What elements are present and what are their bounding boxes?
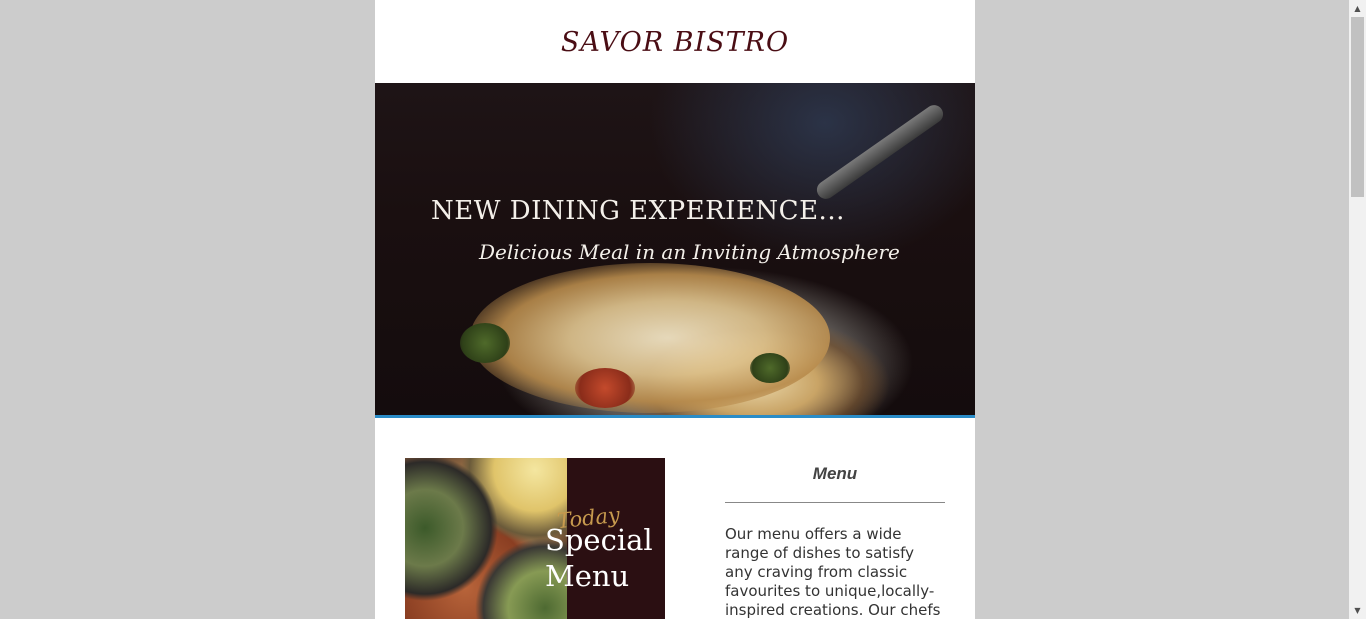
content-section: Today Special Menu Menu Our menu offers …	[375, 418, 975, 619]
broccoli	[750, 353, 790, 383]
divider	[725, 502, 945, 503]
menu-description: Our menu offers a wide range of dishes t…	[725, 525, 941, 619]
scroll-down-icon[interactable]: ▼	[1349, 602, 1366, 619]
special-menu-image[interactable]: Today Special Menu	[405, 458, 665, 619]
vertical-scrollbar[interactable]: ▲ ▼	[1349, 0, 1366, 619]
broccoli	[460, 323, 510, 363]
brand-logo[interactable]: SAVOR BISTRO	[561, 27, 789, 58]
promo-title: Special Menu	[545, 522, 653, 594]
menu-column: Menu Our menu offers a wide range of dis…	[725, 464, 945, 619]
promo-line-1: Special	[545, 523, 653, 557]
scroll-thumb[interactable]	[1351, 17, 1364, 197]
pan-handle	[813, 101, 947, 203]
scroll-up-icon[interactable]: ▲	[1349, 0, 1366, 17]
tomato	[575, 368, 635, 408]
hero-subtitle: Delicious Meal in an Inviting Atmosphere	[479, 240, 900, 264]
pasta-dish	[470, 263, 830, 413]
email-container: SAVOR BISTRO NEW DINING EXPERIENCE... De…	[375, 0, 975, 619]
promo-line-2: Menu	[545, 559, 630, 593]
header: SAVOR BISTRO	[375, 0, 975, 83]
hero-banner: NEW DINING EXPERIENCE... Delicious Meal …	[375, 83, 975, 418]
menu-heading: Menu	[812, 464, 858, 483]
food-photo	[405, 458, 567, 619]
hero-title: NEW DINING EXPERIENCE...	[431, 196, 845, 226]
